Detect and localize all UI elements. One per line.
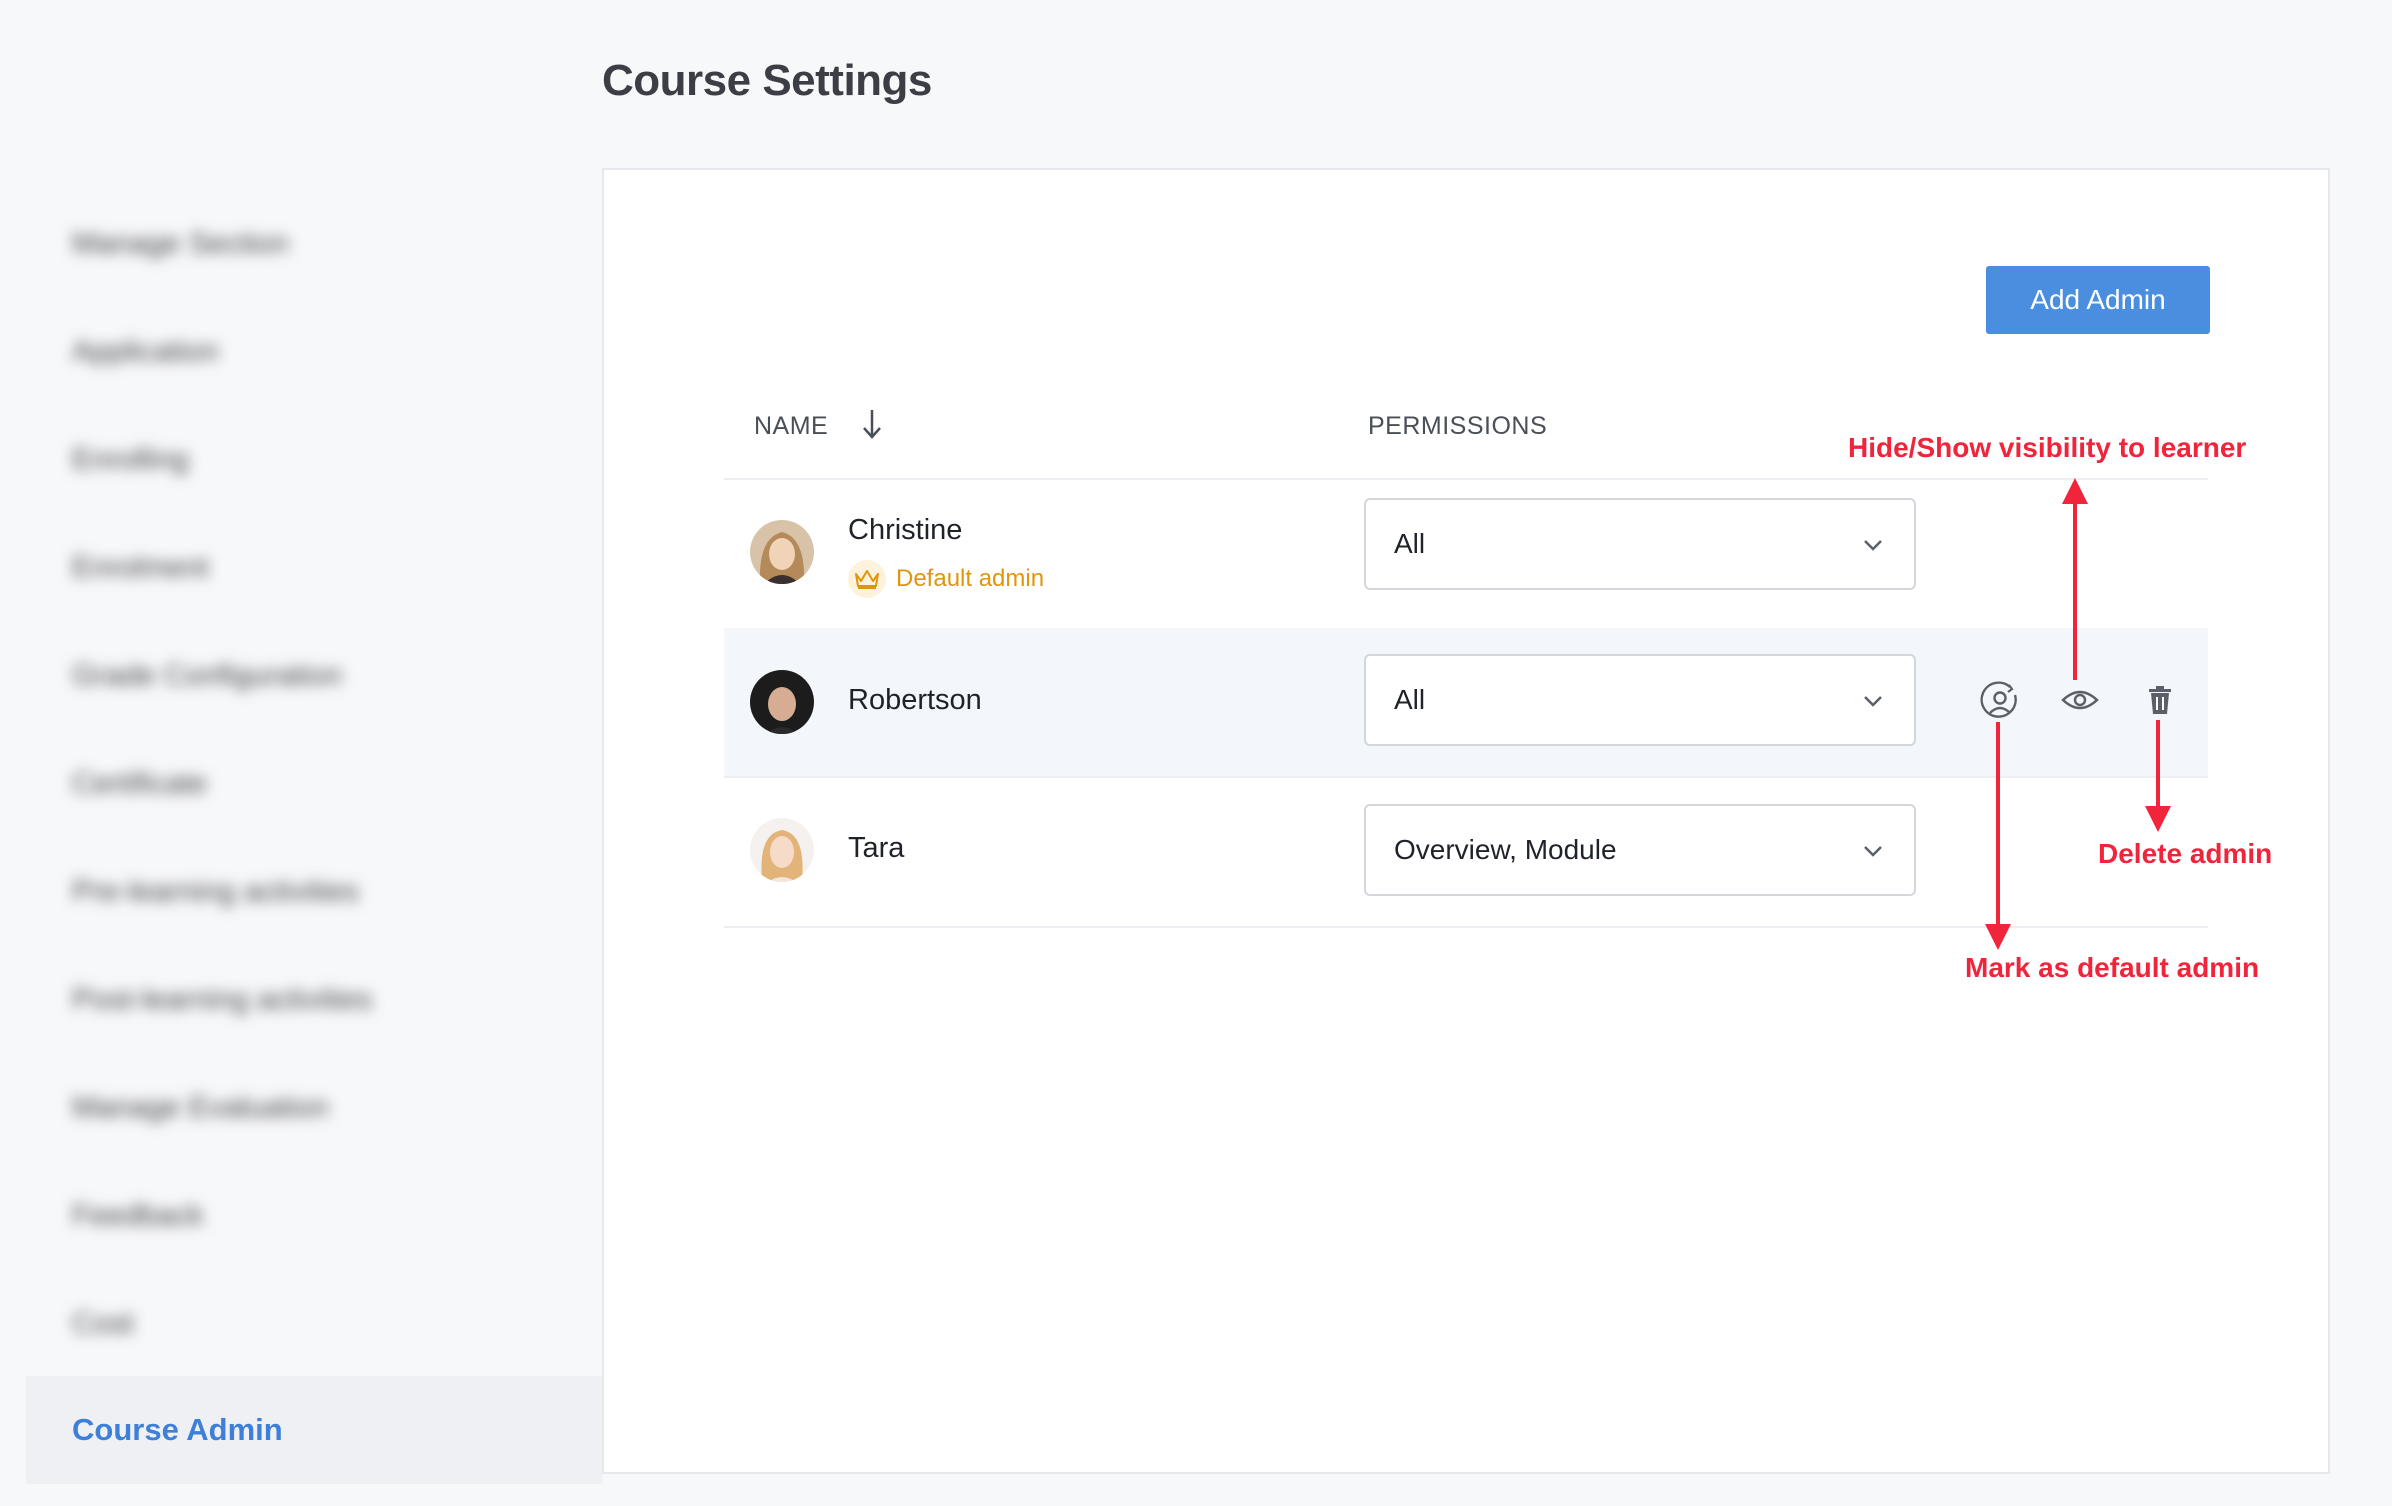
crown-icon [848, 560, 886, 598]
sidebar-item-certificate[interactable]: Certificate [26, 730, 602, 838]
chevron-down-icon [1864, 846, 1882, 857]
column-header-permissions: PERMISSIONS [1368, 412, 1548, 440]
table-row: Christine Default admin All [724, 480, 2208, 628]
sidebar-item-manage-evaluation[interactable]: Manage Evaluation [26, 1054, 602, 1162]
permissions-select[interactable]: Overview, Module [1364, 804, 1916, 896]
admin-name: Tara [848, 832, 905, 864]
page-title: Course Settings [602, 56, 932, 105]
table-row[interactable]: Robertson All [724, 628, 2208, 776]
sidebar-item-manage-section[interactable]: Manage Section [26, 190, 602, 298]
permissions-value: All [1394, 684, 1426, 715]
sidebar-item-label: Grade Configuration [72, 659, 343, 692]
sidebar-item-application[interactable]: Application [26, 298, 602, 406]
sidebar-item-course-admin[interactable]: Course Admin [26, 1376, 602, 1484]
avatar [750, 670, 814, 734]
sidebar-item-cost[interactable]: Cost [26, 1270, 602, 1378]
sidebar-item-label: Application [72, 335, 219, 368]
add-admin-button[interactable]: Add Admin [1986, 266, 2210, 334]
chevron-down-icon [1864, 696, 1882, 707]
sidebar-item-label: Course Admin [72, 1412, 283, 1447]
sidebar-item-pre-learning[interactable]: Pre-learning activities [26, 838, 602, 946]
default-admin-label: Default admin [896, 565, 1045, 592]
row-divider [724, 926, 2208, 928]
sidebar-item-label: Cost [72, 1307, 134, 1340]
annotation-delete: Delete admin [2098, 838, 2273, 869]
avatar [750, 520, 814, 584]
sidebar-item-label: Enrolment [72, 551, 209, 584]
annotation-mark-default: Mark as default admin [1965, 952, 2260, 983]
avatar [750, 818, 814, 882]
sidebar-item-post-learning[interactable]: Post-learning activities [26, 946, 602, 1054]
sidebar-item-label: Enrolling [72, 443, 189, 476]
sidebar-item-grade-configuration[interactable]: Grade Configuration [26, 622, 602, 730]
column-header-name[interactable]: NAME [754, 412, 828, 441]
trash-icon[interactable] [2138, 678, 2182, 722]
settings-sidebar: Manage Section Application Enrolling Enr… [26, 0, 602, 1506]
default-admin-badge: Default admin [848, 560, 1044, 598]
permissions-value: All [1394, 528, 1426, 559]
sidebar-item-enrolment[interactable]: Enrolment [26, 514, 602, 622]
sidebar-item-label: Pre-learning activities [72, 875, 359, 908]
app-root: Manage Section Application Enrolling Enr… [0, 0, 2392, 1506]
sidebar-item-label: Certificate [72, 767, 208, 800]
sidebar-item-enrolling[interactable]: Enrolling [26, 406, 602, 514]
course-admin-panel: Add Admin NAME PERMISSIONS Christine Def… [602, 168, 2330, 1474]
annotation-visibility: Hide/Show visibility to learner [1848, 432, 2247, 463]
eye-icon[interactable] [2058, 678, 2102, 722]
admin-name: Christine [848, 514, 963, 546]
arrow-down-icon[interactable] [860, 406, 884, 442]
permissions-select[interactable]: All [1364, 654, 1916, 746]
sidebar-item-label: Feedback [72, 1199, 204, 1232]
user-circle-refresh-icon[interactable] [1978, 680, 2022, 724]
sidebar-item-label: Manage Evaluation [72, 1091, 329, 1124]
sidebar-item-label: Manage Section [72, 227, 289, 260]
sidebar-item-feedback[interactable]: Feedback [26, 1162, 602, 1270]
sidebar-item-label: Post-learning activities [72, 983, 373, 1016]
chevron-down-icon [1864, 540, 1882, 551]
permissions-select[interactable]: All [1364, 498, 1916, 590]
table-row: Tara Overview, Module [724, 778, 2208, 926]
permissions-value: Overview, Module [1394, 834, 1617, 865]
admin-name: Robertson [848, 684, 982, 716]
